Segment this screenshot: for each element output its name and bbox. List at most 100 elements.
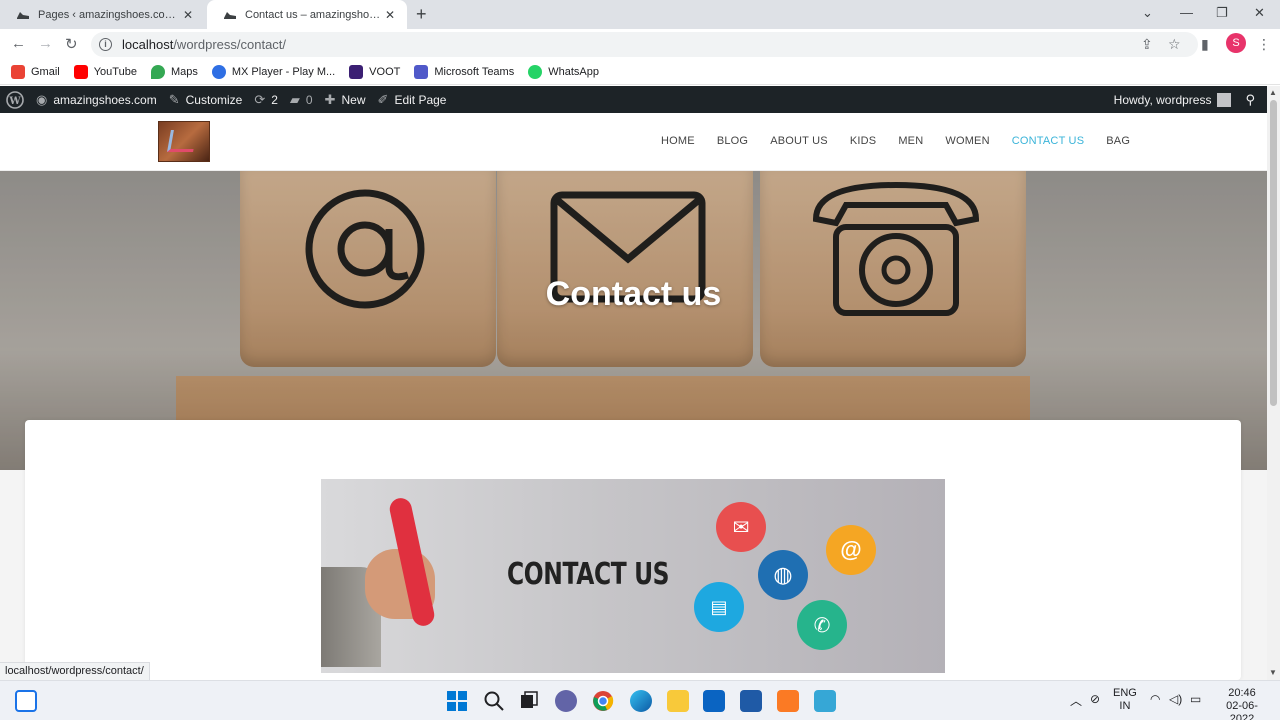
voot-icon — [349, 64, 364, 79]
admin-edit-page[interactable]: ✐ Edit Page — [378, 92, 447, 108]
wordpress-logo-icon[interactable]: W — [6, 90, 24, 109]
volume-icon[interactable]: ◁) — [1169, 692, 1182, 706]
nav-blog[interactable]: BLOG — [717, 135, 748, 147]
store-icon[interactable] — [740, 690, 762, 712]
tab-title: Pages ‹ amazingshoes.com — W — [38, 8, 181, 21]
phone-circle-icon: ✆ — [797, 600, 847, 650]
bookmark-maps[interactable]: Maps — [150, 64, 198, 79]
shoe-logo-icon — [167, 130, 197, 152]
browser-toolbar: ← → ↻ i localhost/wordpress/contact/ ⇪ ☆… — [0, 29, 1280, 59]
globe-circle-icon: ◍ — [758, 550, 808, 600]
nav-home[interactable]: HOME — [661, 135, 695, 147]
start-icon[interactable] — [446, 690, 468, 712]
site-header: HOME BLOG ABOUT US KIDS MEN WOMEN CONTAC… — [0, 113, 1267, 171]
site-info-icon[interactable]: i — [99, 38, 112, 51]
bookmark-star-icon[interactable]: ☆ — [1168, 36, 1181, 53]
share-icon[interactable]: ⇪ — [1141, 36, 1153, 53]
at-circle-icon: @ — [826, 525, 876, 575]
tab-pages[interactable]: Pages ‹ amazingshoes.com — W ✕ — [0, 0, 205, 29]
brush-icon: ✎ — [168, 91, 180, 107]
admin-updates[interactable]: ⟳ 2 — [254, 92, 278, 108]
notepad-icon[interactable] — [814, 690, 836, 712]
menu-icon[interactable]: ⋮ — [1257, 36, 1271, 53]
widgets-icon[interactable] — [15, 690, 37, 712]
new-tab-button[interactable]: + — [416, 4, 427, 25]
tab-title: Contact us – amazingshoes.com — [245, 8, 383, 21]
user-avatar[interactable] — [1217, 92, 1232, 107]
nav-about-us[interactable]: ABOUT US — [770, 135, 828, 147]
browser-tabstrip: Pages ‹ amazingshoes.com — W ✕ Contact u… — [0, 0, 1280, 29]
minimize-button[interactable]: — — [1180, 5, 1193, 20]
fax-circle-icon: ▤ — [694, 582, 744, 632]
wifi-icon[interactable]: ◠ — [1150, 692, 1160, 706]
side-panel-icon[interactable]: ▮ — [1201, 36, 1209, 53]
network-warning-icon[interactable]: ⊘ — [1090, 692, 1100, 706]
page-scrollbar[interactable]: ▲ ▼ — [1267, 86, 1280, 680]
tray-chevron-icon[interactable]: ︿ — [1070, 692, 1082, 709]
chat-icon[interactable] — [555, 690, 577, 712]
bookmark-voot[interactable]: VOOT — [349, 64, 400, 79]
updates-icon: ⟳ — [254, 91, 266, 107]
pencil-icon: ✐ — [377, 91, 389, 107]
shoe-icon — [224, 11, 236, 19]
address-bar[interactable]: i localhost/wordpress/contact/ — [91, 32, 1198, 57]
bookmark-whatsapp[interactable]: WhatsApp — [528, 64, 599, 79]
forward-button[interactable]: → — [38, 35, 53, 52]
wp-admin-bar: W ◉ amazingshoes.com ✎ Customize ⟳ 2 ▰ 0 ✚ Ne… — [0, 86, 1267, 113]
nav-women[interactable]: WOMEN — [945, 135, 989, 147]
file-explorer-icon[interactable] — [667, 690, 689, 712]
youtube-icon — [73, 64, 88, 79]
windows-taskbar: ︿ ⊘ ENG IN ◠ ◁) ▭ 20:46 02-06-2022 — [0, 680, 1280, 720]
scroll-up-icon[interactable]: ▲ — [1269, 88, 1277, 97]
restore-button[interactable]: ❐ — [1216, 5, 1228, 21]
admin-comments[interactable]: ▰ 0 — [290, 92, 313, 108]
close-icon[interactable]: ✕ — [181, 8, 195, 22]
bookmark-gmail[interactable]: Gmail — [11, 64, 60, 79]
tab-contact[interactable]: Contact us – amazingshoes.com ✕ — [207, 0, 407, 29]
admin-new[interactable]: ✚ New — [325, 92, 366, 108]
chrome-icon[interactable] — [592, 690, 614, 712]
nav-men[interactable]: MEN — [898, 135, 923, 147]
svg-text:W: W — [8, 96, 21, 107]
email-circle-icon: ✉ — [716, 502, 766, 552]
language-indicator[interactable]: ENG IN — [1113, 687, 1137, 713]
gmail-icon — [11, 64, 25, 79]
nav-kids[interactable]: KIDS — [850, 135, 876, 147]
back-button[interactable]: ← — [11, 35, 26, 52]
close-icon[interactable]: ✕ — [383, 8, 397, 22]
bookmark-youtube[interactable]: YouTube — [73, 64, 137, 79]
admin-site-name[interactable]: ◉ amazingshoes.com — [36, 92, 157, 108]
bookmark-teams[interactable]: Microsoft Teams — [414, 64, 514, 79]
mail-icon[interactable] — [703, 690, 725, 712]
mx-player-icon — [211, 64, 226, 79]
url-text: localhost/wordpress/contact/ — [122, 37, 287, 52]
bookmarks-bar: Gmail YouTube Maps MX Player - Play M...… — [0, 59, 1280, 85]
search-icon[interactable] — [483, 690, 505, 712]
clock[interactable]: 20:46 02-06-2022 — [1214, 687, 1270, 720]
scrollbar-thumb[interactable] — [1270, 100, 1277, 406]
scroll-down-icon[interactable]: ▼ — [1269, 668, 1277, 677]
maps-icon — [150, 64, 165, 79]
shoe-icon — [17, 11, 29, 19]
tab-search-icon[interactable]: ⌄ — [1142, 5, 1153, 21]
nav-contact-us[interactable]: CONTACT US — [1012, 135, 1085, 147]
admin-howdy[interactable]: Howdy, wordpress — [1114, 93, 1212, 107]
xampp-icon[interactable] — [777, 690, 799, 712]
bookmark-mx-player[interactable]: MX Player - Play M... — [211, 64, 335, 79]
task-view-icon[interactable] — [518, 690, 540, 712]
reload-button[interactable]: ↻ — [65, 35, 78, 53]
dashboard-icon: ◉ — [36, 91, 48, 107]
contact-banner-image: CONTACT US ✉ @ ◍ ▤ ✆ — [321, 479, 945, 673]
close-window-button[interactable]: ✕ — [1254, 5, 1265, 21]
battery-icon[interactable]: ▭ — [1190, 692, 1201, 706]
admin-customize[interactable]: ✎ Customize — [169, 92, 243, 108]
profile-avatar[interactable]: S — [1226, 33, 1246, 53]
whatsapp-icon — [528, 64, 543, 79]
admin-search-icon[interactable]: ⚲ — [1245, 92, 1255, 108]
edge-icon[interactable] — [630, 690, 652, 712]
main-nav: HOME BLOG ABOUT US KIDS MEN WOMEN CONTAC… — [661, 135, 1152, 147]
page-title: Contact us — [545, 275, 722, 313]
site-logo[interactable] — [158, 121, 210, 162]
comment-icon: ▰ — [289, 91, 300, 107]
nav-bag[interactable]: BAG — [1106, 135, 1130, 147]
